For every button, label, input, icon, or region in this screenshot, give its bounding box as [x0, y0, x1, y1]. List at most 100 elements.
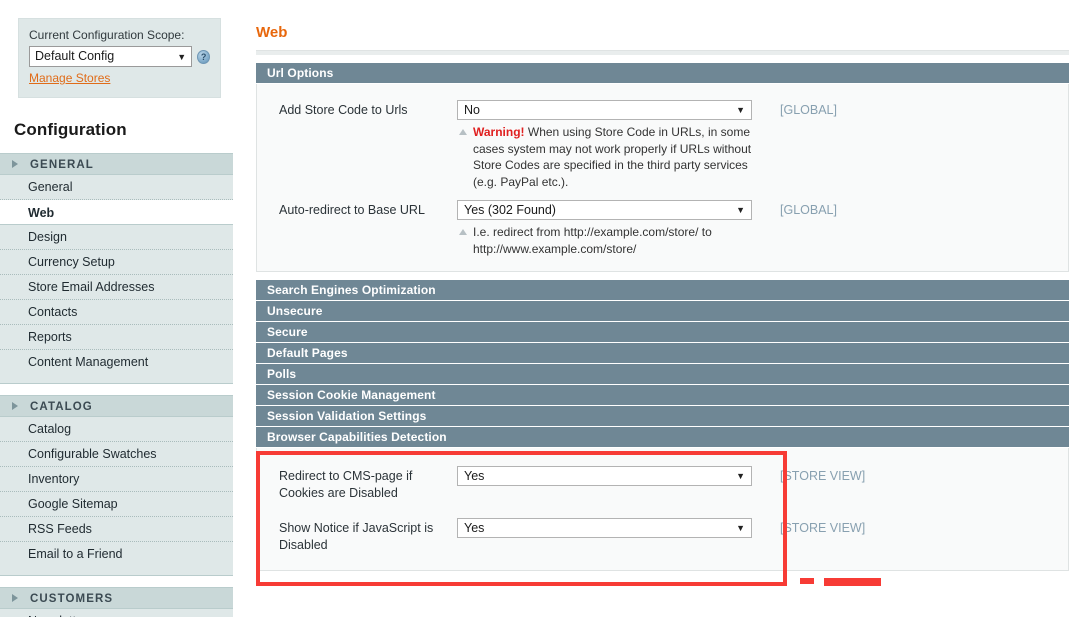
field-scope-label: [GLOBAL] [780, 203, 837, 217]
field-add-store-code-to-urls: Add Store Code to Urls No ▼ Warning! Whe… [257, 96, 1068, 190]
section-header-session-validation-settings[interactable]: Session Validation Settings [256, 406, 1069, 427]
sidebar-group-spacer [0, 375, 233, 384]
sidebar-item-label: Reports [28, 330, 72, 344]
section-body-browser-capabilities: Redirect to CMS-page if Cookies are Disa… [256, 448, 1069, 571]
sidebar-group-general[interactable]: GENERAL [0, 153, 233, 175]
chevron-down-icon: ▼ [736, 205, 745, 215]
note-triangle-icon [459, 229, 467, 235]
sidebar-item-contacts[interactable]: Contacts [0, 300, 233, 325]
section-url-options: Url Options Add Store Code to Urls No ▼ … [256, 63, 1069, 272]
section-header-polls[interactable]: Polls [256, 364, 1069, 385]
scope-select[interactable]: Default Config ▼ [29, 46, 193, 67]
sidebar-group-catalog[interactable]: CATALOG [0, 395, 233, 417]
triangle-right-icon [12, 160, 18, 168]
configuration-heading: Configuration [14, 120, 127, 139]
sidebar-item-label: Web [28, 206, 55, 220]
chevron-down-icon: ▼ [177, 52, 187, 62]
field-scope-label: [STORE VIEW] [780, 521, 866, 535]
help-circle-icon[interactable]: ? [197, 49, 210, 64]
field-note: Warning! When using Store Code in URLs, … [457, 124, 752, 190]
scope-row: Default Config ▼ ? [29, 46, 210, 67]
collapsed-sections: Search Engines Optimization Unsecure Secur… [256, 280, 1069, 427]
field-control: Yes ▼ [457, 518, 752, 538]
sidebar-item-label: Inventory [28, 472, 80, 486]
triangle-right-icon [12, 402, 18, 410]
field-note: I.e. redirect from http://example.com/st… [457, 224, 752, 257]
title-divider [256, 50, 1069, 55]
section-body-url-options: Add Store Code to Urls No ▼ Warning! Whe… [256, 84, 1069, 272]
sidebar-item-google-sitemap[interactable]: Google Sitemap [0, 492, 233, 517]
field-label: Redirect to CMS-page if Cookies are Disa… [279, 469, 413, 500]
sidebar-item-newsletter[interactable]: Newsletter [0, 609, 233, 617]
sidebar-item-label: General [28, 180, 73, 194]
sidebar-item-label: Store Email Addresses [28, 280, 155, 294]
sidebar-item-web[interactable]: Web [0, 200, 233, 225]
sidebar-group-spacer [0, 567, 233, 576]
sidebar: Current Configuration Scope: Default Con… [0, 0, 233, 617]
sidebar-gap [0, 384, 233, 395]
sidebar-item-label: Contacts [28, 305, 78, 319]
section-header-unsecure[interactable]: Unsecure [256, 301, 1069, 322]
sidebar-item-design[interactable]: Design [0, 225, 233, 250]
select-value: Yes [464, 521, 485, 535]
field-redirect-cms-cookies-disabled: Redirect to CMS-page if Cookies are Disa… [257, 462, 1068, 502]
auto-redirect-select[interactable]: Yes (302 Found) ▼ [457, 200, 752, 220]
field-control: No ▼ Warning! When using Store Code in U… [457, 100, 752, 190]
sidebar-item-label: Email to a Friend [28, 547, 123, 561]
note-text: I.e. redirect from http://example.com/st… [473, 225, 712, 256]
configuration-scope-box: Current Configuration Scope: Default Con… [18, 18, 221, 98]
sidebar-item-catalog[interactable]: Catalog [0, 417, 233, 442]
sidebar-item-label: Catalog [28, 422, 72, 436]
note-warning-label: Warning! [473, 125, 525, 139]
section-header-url-options[interactable]: Url Options [256, 63, 1069, 84]
section-header-browser-capabilities[interactable]: Browser Capabilities Detection [256, 427, 1069, 448]
select-value: Yes [464, 469, 485, 483]
sidebar-item-rss-feeds[interactable]: RSS Feeds [0, 517, 233, 542]
sidebar-item-general[interactable]: General [0, 175, 233, 200]
sidebar-item-label: Design [28, 230, 67, 244]
sidebar-item-label: Currency Setup [28, 255, 115, 269]
sidebar-group-customers[interactable]: CUSTOMERS [0, 587, 233, 609]
section-header-default-pages[interactable]: Default Pages [256, 343, 1069, 364]
sidebar-item-content-management[interactable]: Content Management [0, 350, 233, 375]
sidebar-group-label: CATALOG [30, 401, 93, 413]
show-notice-js-select[interactable]: Yes ▼ [457, 518, 752, 538]
sidebar-item-reports[interactable]: Reports [0, 325, 233, 350]
field-label: Show Notice if JavaScript is Disabled [279, 521, 434, 552]
section-browser-capabilities: Browser Capabilities Detection Redirect … [256, 427, 1069, 571]
field-scope-label: [STORE VIEW] [780, 469, 866, 483]
section-header-search-engines-optimization[interactable]: Search Engines Optimization [256, 280, 1069, 301]
redirect-cms-select[interactable]: Yes ▼ [457, 466, 752, 486]
add-store-code-select[interactable]: No ▼ [457, 100, 752, 120]
field-control: Yes ▼ [457, 466, 752, 486]
scope-label: Current Configuration Scope: [29, 28, 185, 42]
triangle-right-icon [12, 594, 18, 602]
magento-config-page: Current Configuration Scope: Default Con… [0, 0, 1069, 617]
field-auto-redirect-to-base-url: Auto-redirect to Base URL Yes (302 Found… [257, 196, 1068, 257]
sidebar-group-label: GENERAL [30, 159, 94, 171]
sidebar-item-label: Google Sitemap [28, 497, 118, 511]
section-header-secure[interactable]: Secure [256, 322, 1069, 343]
field-show-notice-js-disabled: Show Notice if JavaScript is Disabled Ye… [257, 514, 1068, 554]
manage-stores-link[interactable]: Manage Stores [29, 71, 110, 85]
main-content: Web Url Options Add Store Code to Urls N… [256, 0, 1069, 617]
sidebar-nav: GENERAL General Web Design Currency Setup Sto… [0, 153, 233, 617]
field-label: Add Store Code to Urls [279, 103, 408, 117]
field-scope-label: [GLOBAL] [780, 103, 837, 117]
sidebar-item-label: RSS Feeds [28, 522, 92, 536]
select-value: Yes (302 Found) [464, 203, 556, 217]
sidebar-item-configurable-swatches[interactable]: Configurable Swatches [0, 442, 233, 467]
sidebar-item-store-email-addresses[interactable]: Store Email Addresses [0, 275, 233, 300]
section-header-session-cookie-management[interactable]: Session Cookie Management [256, 385, 1069, 406]
sidebar-item-label: Content Management [28, 355, 149, 369]
sidebar-item-email-to-a-friend[interactable]: Email to a Friend [0, 542, 233, 567]
sidebar-item-label: Configurable Swatches [28, 447, 157, 461]
sidebar-gap [0, 576, 233, 587]
sidebar-group-label: CUSTOMERS [30, 593, 114, 605]
chevron-down-icon: ▼ [736, 471, 745, 481]
chevron-down-icon: ▼ [736, 105, 745, 115]
sidebar-item-currency-setup[interactable]: Currency Setup [0, 250, 233, 275]
note-triangle-icon [459, 129, 467, 135]
page-title: Web [256, 24, 288, 41]
sidebar-item-inventory[interactable]: Inventory [0, 467, 233, 492]
